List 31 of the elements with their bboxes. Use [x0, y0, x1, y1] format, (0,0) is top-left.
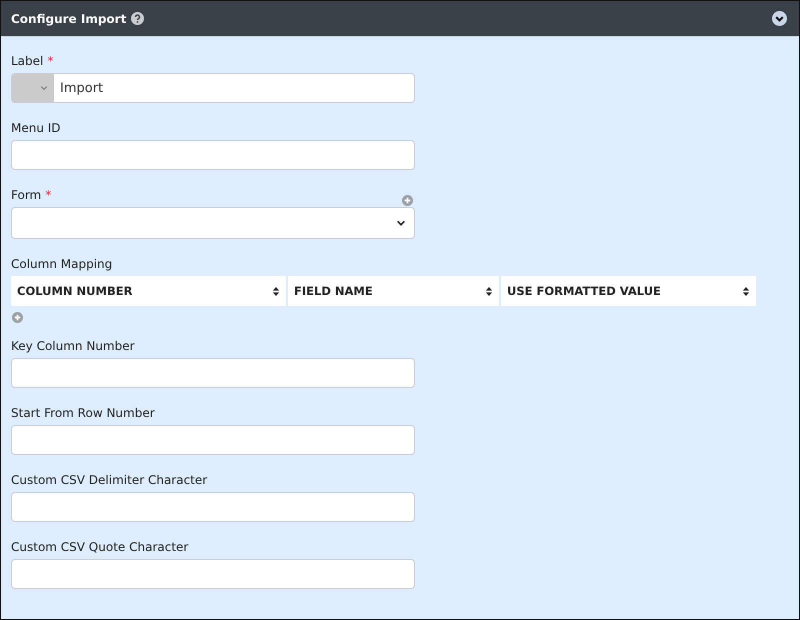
column-header-text: FIELD NAME — [294, 284, 373, 298]
field-label: Key Column Number — [11, 339, 135, 353]
sort-icon[interactable] — [485, 286, 493, 296]
add-icon[interactable] — [12, 312, 23, 323]
column-header[interactable]: USE FORMATTED VALUE — [501, 276, 756, 306]
input-field[interactable] — [11, 140, 415, 170]
column-header[interactable]: COLUMN NUMBER — [11, 276, 286, 306]
field-label: Form — [11, 188, 42, 202]
input-field[interactable] — [11, 425, 415, 455]
field-label: Start From Row Number — [11, 406, 155, 420]
column-header-text: COLUMN NUMBER — [17, 284, 132, 298]
add-icon[interactable] — [402, 195, 413, 206]
field-label: Column Mapping — [11, 257, 112, 271]
help-icon[interactable] — [131, 12, 144, 25]
chevron-icon — [396, 218, 406, 228]
required-mark: * — [47, 54, 54, 68]
field-label: Label — [11, 54, 44, 68]
dropdown-field[interactable] — [11, 207, 415, 239]
sort-icon[interactable] — [742, 286, 750, 296]
required-mark: * — [45, 188, 52, 202]
field-label: Custom CSV Quote Character — [11, 540, 188, 554]
input-field[interactable] — [11, 559, 415, 589]
field-label: Menu ID — [11, 121, 61, 135]
input-field[interactable] — [11, 492, 415, 522]
sort-icon[interactable] — [272, 286, 280, 296]
field-label: Custom CSV Delimiter Character — [11, 473, 208, 487]
input-field[interactable] — [11, 358, 415, 388]
column-header-text: USE FORMATTED VALUE — [507, 284, 661, 298]
column-header[interactable]: FIELD NAME — [288, 276, 499, 306]
panel-title: Configure Import — [11, 12, 126, 26]
collapse-icon[interactable] — [772, 11, 787, 26]
